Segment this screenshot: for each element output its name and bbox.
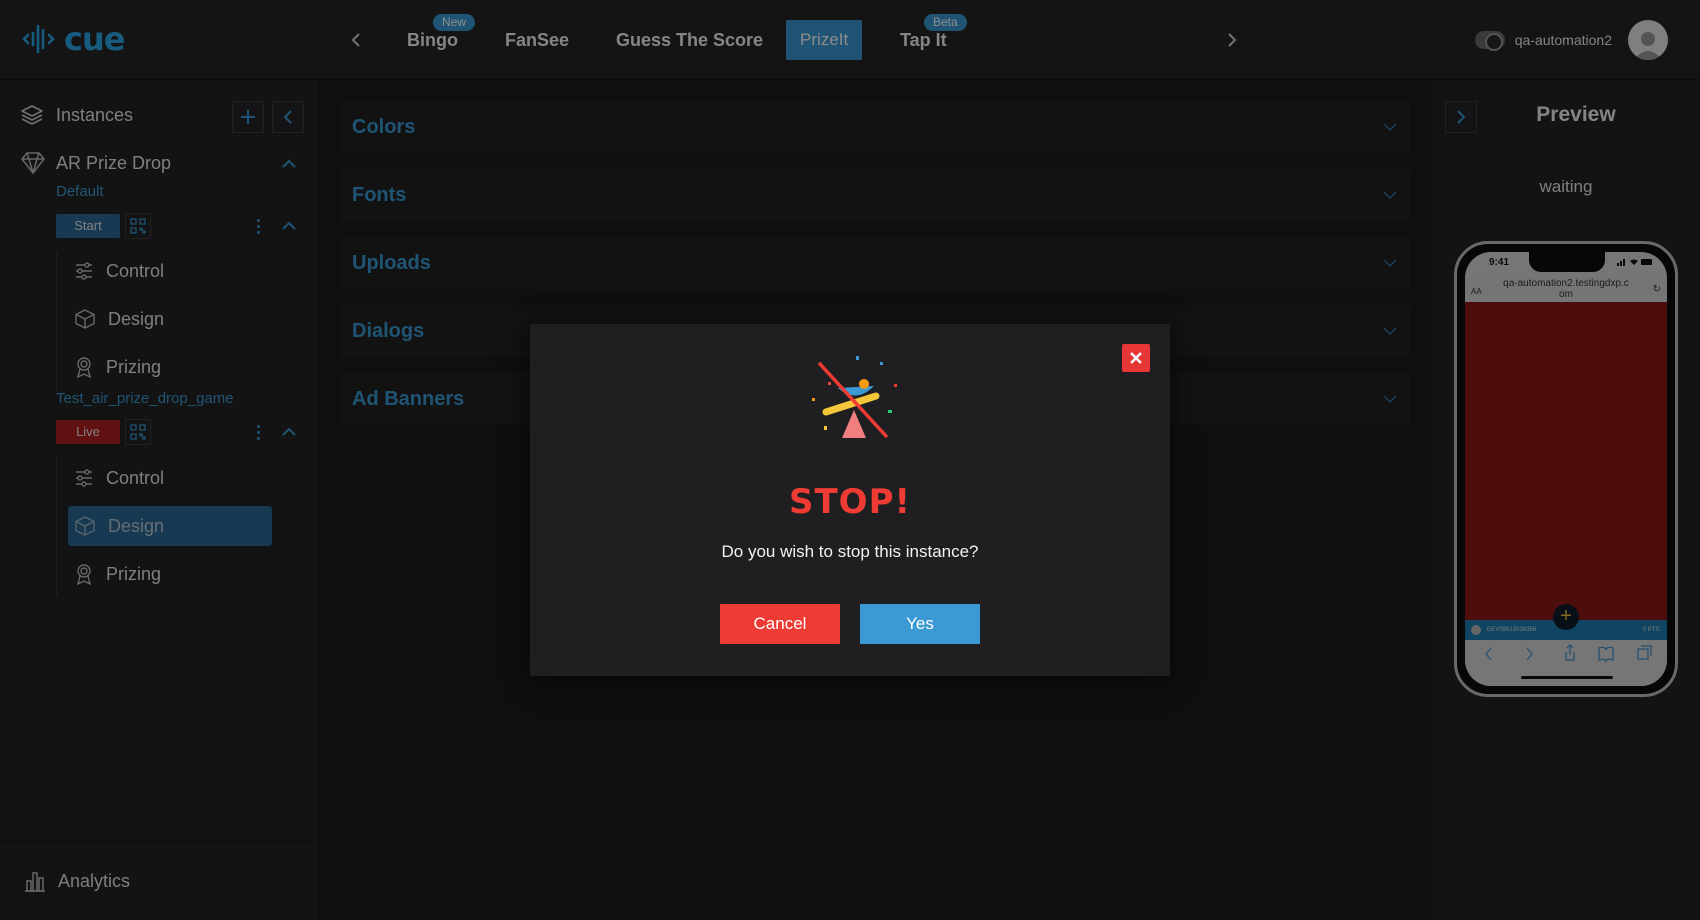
close-icon [1130, 352, 1142, 364]
cancel-button[interactable]: Cancel [720, 604, 840, 644]
dialog-title: STOP! [788, 482, 911, 522]
dialog-message: Do you wish to stop this instance? [721, 542, 979, 561]
close-dialog-button[interactable] [1122, 344, 1150, 372]
yes-button[interactable]: Yes [860, 604, 980, 644]
stop-party-illustration [812, 356, 897, 438]
stop-instance-dialog: STOP! Do you wish to stop this instance?… [530, 324, 1170, 676]
